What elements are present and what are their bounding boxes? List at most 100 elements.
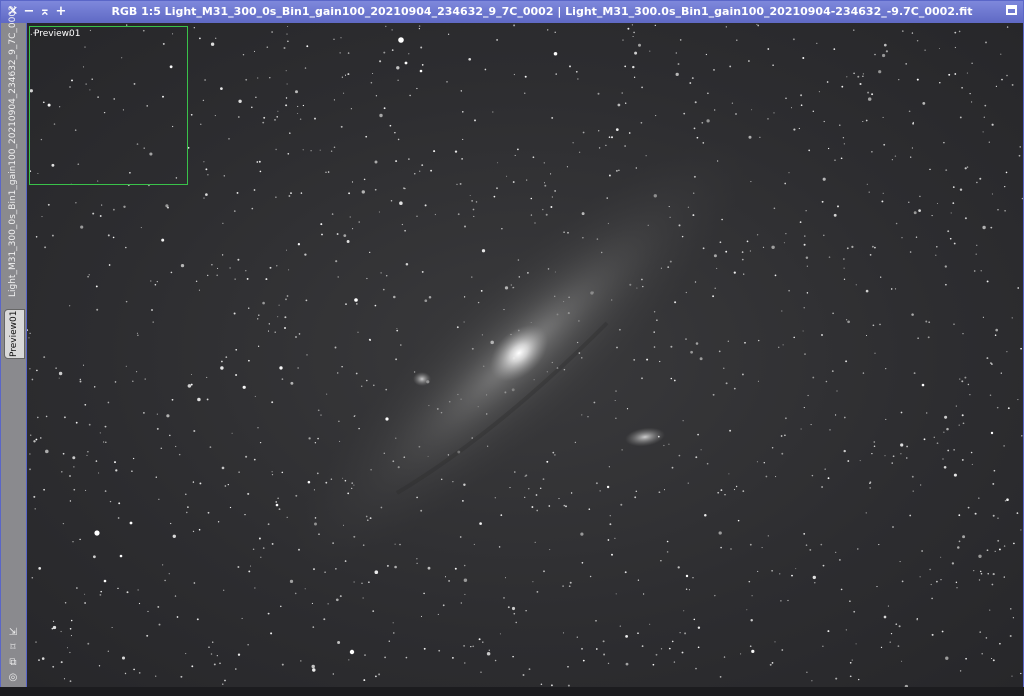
star <box>866 335 867 336</box>
target-icon[interactable]: ◎ <box>7 672 19 684</box>
star <box>690 350 693 354</box>
star <box>140 227 142 229</box>
star <box>780 435 783 437</box>
star <box>828 256 831 258</box>
star <box>216 655 218 657</box>
fit-frame-icon[interactable]: ⌑ <box>7 642 19 654</box>
star <box>750 181 752 183</box>
star <box>859 460 861 462</box>
star <box>782 344 784 346</box>
star <box>980 572 983 575</box>
star <box>536 591 539 593</box>
star <box>52 625 57 630</box>
star <box>361 190 365 194</box>
star <box>52 665 55 668</box>
star <box>444 576 447 578</box>
star <box>823 120 825 123</box>
bright-star <box>129 521 133 525</box>
star <box>254 395 256 397</box>
star <box>744 341 746 344</box>
star <box>918 209 921 212</box>
star <box>86 454 88 456</box>
star <box>757 24 760 27</box>
star <box>795 568 797 570</box>
star <box>962 535 966 539</box>
star <box>615 390 617 392</box>
star <box>363 679 366 682</box>
star <box>959 116 962 119</box>
star <box>699 357 703 361</box>
star <box>618 169 620 172</box>
preview01-box[interactable]: Preview01 <box>29 26 188 185</box>
clone-icon[interactable]: ⧉ <box>7 657 19 669</box>
star <box>634 496 637 499</box>
star <box>843 278 846 280</box>
star <box>944 265 947 268</box>
star <box>361 582 363 585</box>
star <box>878 70 882 74</box>
star <box>221 466 225 470</box>
star <box>99 215 102 217</box>
tab-preview01[interactable]: Preview01 <box>4 309 25 359</box>
shade-icon[interactable]: ⌅ <box>37 4 53 20</box>
star <box>143 412 145 414</box>
star <box>47 203 50 206</box>
star <box>599 490 601 492</box>
star <box>262 121 265 124</box>
tab-main-view[interactable]: Light_M31_300_0s_Bin1_gain100_20210904_2… <box>4 5 23 297</box>
star <box>925 412 928 414</box>
star <box>124 672 127 675</box>
star <box>1009 635 1012 637</box>
star <box>209 446 212 448</box>
star <box>275 196 277 198</box>
star <box>1011 83 1014 86</box>
star <box>954 31 957 34</box>
star <box>274 331 276 333</box>
star <box>137 589 139 591</box>
star <box>566 166 568 168</box>
star <box>991 583 994 586</box>
star <box>936 580 938 583</box>
star <box>405 656 408 659</box>
star <box>691 77 694 80</box>
star <box>936 202 939 205</box>
star <box>925 320 928 323</box>
star <box>108 264 111 266</box>
star <box>882 192 884 194</box>
image-viewport[interactable]: Preview01 <box>27 23 1023 687</box>
star <box>428 295 432 299</box>
title-bar[interactable]: ✕ − ⌅ + RGB 1:5 Light_M31_300_0s_Bin1_ga… <box>1 1 1023 23</box>
star <box>160 447 163 450</box>
star <box>87 451 89 453</box>
minimize-icon[interactable]: − <box>21 4 37 20</box>
star <box>161 238 165 242</box>
star <box>869 482 871 485</box>
zoom-icon[interactable]: + <box>53 4 69 20</box>
star <box>646 358 649 361</box>
star <box>121 656 126 660</box>
star <box>908 110 911 113</box>
star <box>879 323 881 326</box>
star <box>871 452 873 455</box>
star <box>773 207 776 210</box>
star <box>185 493 187 496</box>
arrow-diagonal-icon[interactable]: ⇲ <box>7 627 19 639</box>
star <box>626 408 629 410</box>
star <box>248 307 250 309</box>
maximize-icon[interactable] <box>1006 5 1017 15</box>
star <box>366 379 368 382</box>
star <box>69 500 72 502</box>
star <box>374 160 378 164</box>
star <box>306 354 308 356</box>
star <box>898 625 901 628</box>
star <box>883 43 887 47</box>
star <box>887 605 889 607</box>
star <box>52 620 55 622</box>
star <box>503 597 505 599</box>
star <box>245 78 248 81</box>
star <box>271 542 274 545</box>
star <box>1010 608 1012 610</box>
star <box>395 160 398 163</box>
star <box>1017 399 1019 401</box>
star <box>304 67 307 69</box>
